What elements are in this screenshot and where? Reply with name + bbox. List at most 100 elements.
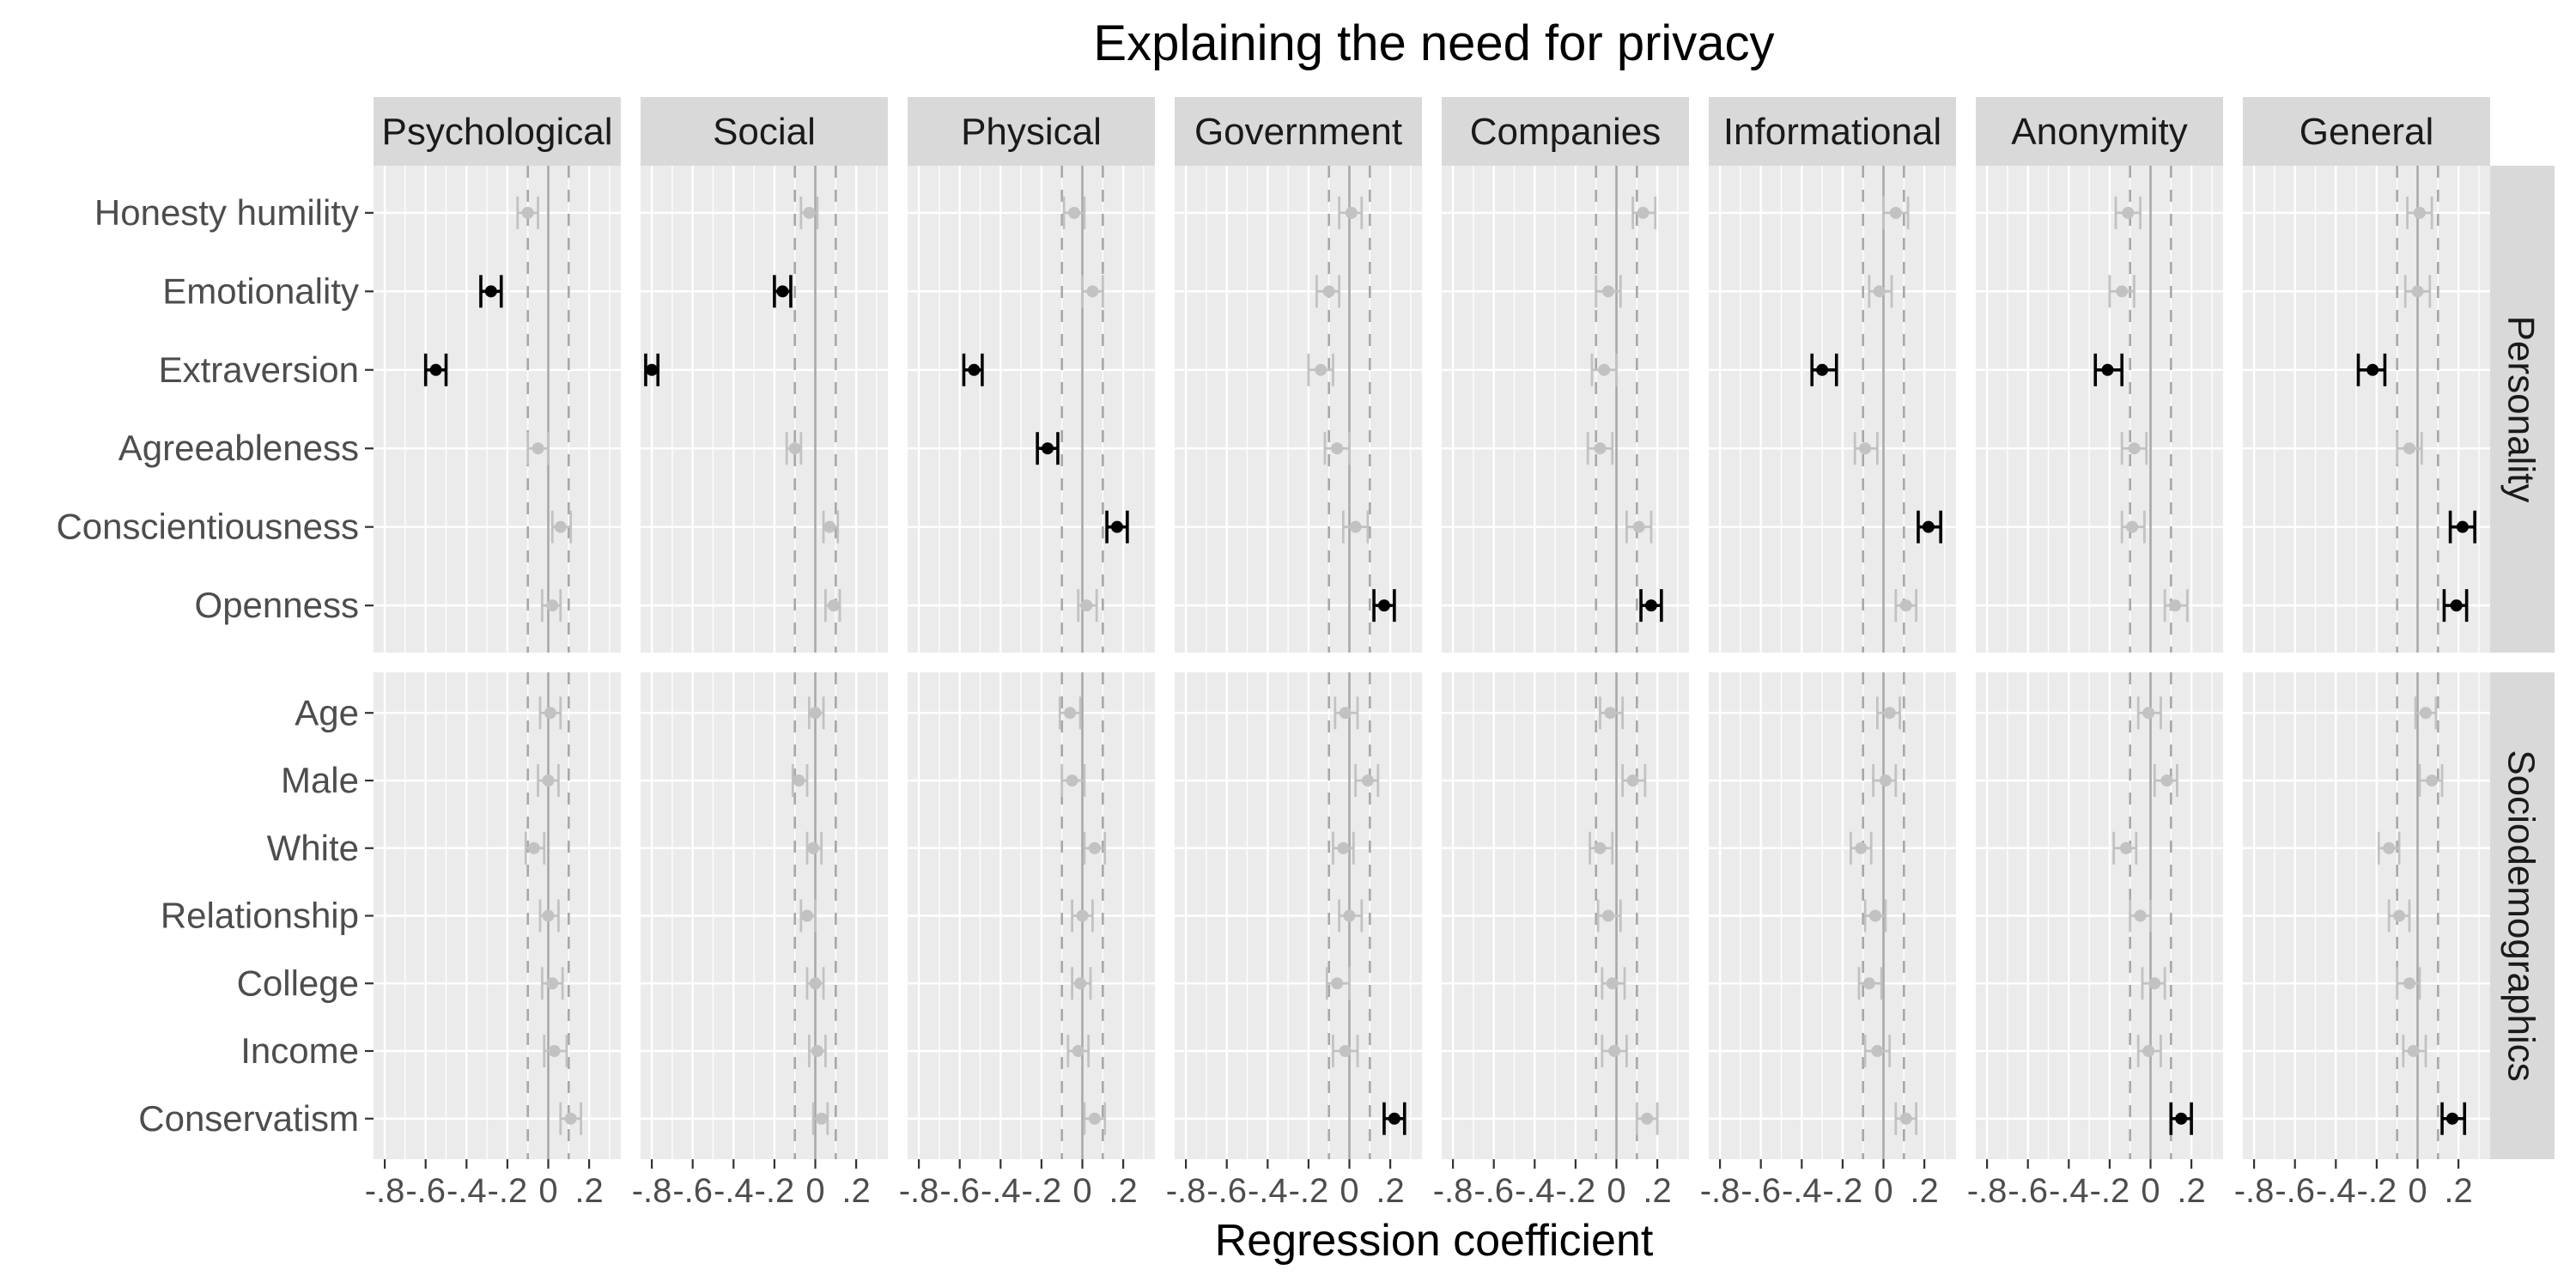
panel-companies-personality (1442, 166, 1689, 653)
point-estimate (1899, 599, 1912, 612)
column-strips: Psychological Social Physical Government Com… (374, 97, 2490, 166)
y-tick-label: Conscientiousness (56, 507, 359, 547)
point-estimate (2116, 285, 2129, 298)
y-tick-label: Conservatism (138, 1098, 359, 1139)
point-estimate (823, 520, 836, 533)
point-estimate (815, 1112, 828, 1125)
point-estimate (2393, 909, 2406, 922)
panel-social-sociodemographics (641, 672, 888, 1159)
point-estimate (1604, 707, 1617, 720)
point-estimate (564, 1112, 577, 1125)
panel-background (1976, 166, 2223, 653)
point-estimate (1855, 841, 1868, 854)
point-estimate (1337, 841, 1350, 854)
x-tick-label: -.4 (714, 1172, 754, 1210)
x-tick-label: 0 (1072, 1172, 1091, 1210)
point-estimate (1110, 520, 1123, 533)
x-tick-label: -.2 (488, 1172, 528, 1210)
strip-label-physical: Physical (961, 111, 1102, 153)
point-estimate (1361, 775, 1374, 787)
point-estimate (1339, 1045, 1352, 1057)
y-tick-label: Extraversion (159, 349, 359, 390)
panel-psychological-personality (374, 166, 621, 653)
x-tick-label: .2 (2177, 1172, 2205, 1210)
x-tick-label: -.6 (1206, 1172, 1247, 1210)
x-tick-label: -.4 (1248, 1172, 1288, 1210)
x-tick-label: -.6 (1473, 1172, 1514, 1210)
x-tick-label: -.6 (2275, 1172, 2315, 1210)
point-estimate (1601, 909, 1614, 922)
point-estimate (1899, 1112, 1912, 1125)
panel-background (641, 166, 888, 653)
x-tick-label: -.2 (755, 1172, 795, 1210)
panel-background (908, 166, 1155, 653)
point-estimate (1598, 363, 1611, 376)
panel-government-sociodemographics (1175, 672, 1422, 1159)
panel-social-personality (641, 166, 888, 653)
point-estimate (1637, 206, 1649, 219)
point-estimate (1377, 599, 1390, 612)
point-estimate (1606, 977, 1619, 990)
point-estimate (800, 909, 813, 922)
x-tick-label: -.8 (2234, 1172, 2275, 1210)
panel-background (1709, 166, 1956, 653)
panel-informational-personality (1709, 166, 1956, 653)
x-tick-label: .2 (1643, 1172, 1671, 1210)
x-tick-label: -.4 (1782, 1172, 1822, 1210)
point-estimate (1594, 841, 1607, 854)
x-tick-label: -.4 (2316, 1172, 2356, 1210)
x-tick-label: .2 (1910, 1172, 1938, 1210)
point-estimate (1349, 520, 1362, 533)
x-tick-label: 0 (1340, 1172, 1358, 1210)
point-estimate (2403, 977, 2415, 990)
panel-government-personality (1175, 166, 1422, 653)
y-tick-label: Agreeableness (118, 428, 359, 468)
point-estimate (1626, 775, 1639, 787)
point-estimate (1066, 775, 1078, 787)
point-estimate (968, 363, 981, 376)
x-tick-label: .2 (841, 1172, 870, 1210)
point-estimate (2126, 520, 2139, 533)
point-estimate (2411, 285, 2424, 298)
point-estimate (2142, 1045, 2155, 1057)
y-tick-label: Honesty humility (94, 192, 359, 233)
point-estimate (1388, 1112, 1400, 1125)
panel-background (1442, 166, 1689, 653)
point-estimate (1859, 442, 1872, 455)
x-tick-label: -.2 (1823, 1172, 1863, 1210)
point-estimate (1088, 1112, 1101, 1125)
point-estimate (1889, 206, 1902, 219)
x-tick-label: -.8 (899, 1172, 939, 1210)
point-estimate (1601, 285, 1614, 298)
point-estimate (1345, 206, 1358, 219)
point-estimate (1315, 363, 1327, 376)
x-tick-label: -.2 (2090, 1172, 2130, 1210)
x-tick-label: 0 (805, 1172, 824, 1210)
point-estimate (429, 363, 442, 376)
x-tick-label: .2 (1376, 1172, 1404, 1210)
point-estimate (2128, 442, 2141, 455)
point-estimate (2134, 909, 2147, 922)
strip-label-anonymity: Anonymity (2011, 111, 2187, 153)
x-tick-label: -.8 (1433, 1172, 1473, 1210)
point-estimate (521, 206, 534, 219)
panel-general-personality (2243, 166, 2490, 653)
y-tick-label: Income (240, 1030, 359, 1071)
y-axis-labels: Honesty humility Emotionality Extraversion… (56, 192, 374, 1139)
point-estimate (807, 841, 820, 854)
x-tick-label: -.6 (2008, 1172, 2048, 1210)
panel-physical-personality (908, 166, 1155, 653)
point-estimate (1608, 1045, 1621, 1057)
point-estimate (2175, 1112, 2188, 1125)
point-estimate (1088, 841, 1101, 854)
point-estimate (546, 599, 559, 612)
point-estimate (1862, 977, 1875, 990)
panel-informational-sociodemographics (1709, 672, 1956, 1159)
x-tick-label: .2 (2444, 1172, 2472, 1210)
point-estimate (788, 442, 801, 455)
point-estimate (646, 363, 659, 376)
x-tick-label: 0 (2141, 1172, 2160, 1210)
point-estimate (1331, 977, 1344, 990)
y-tick-label: Openness (195, 585, 359, 625)
point-estimate (542, 909, 555, 922)
